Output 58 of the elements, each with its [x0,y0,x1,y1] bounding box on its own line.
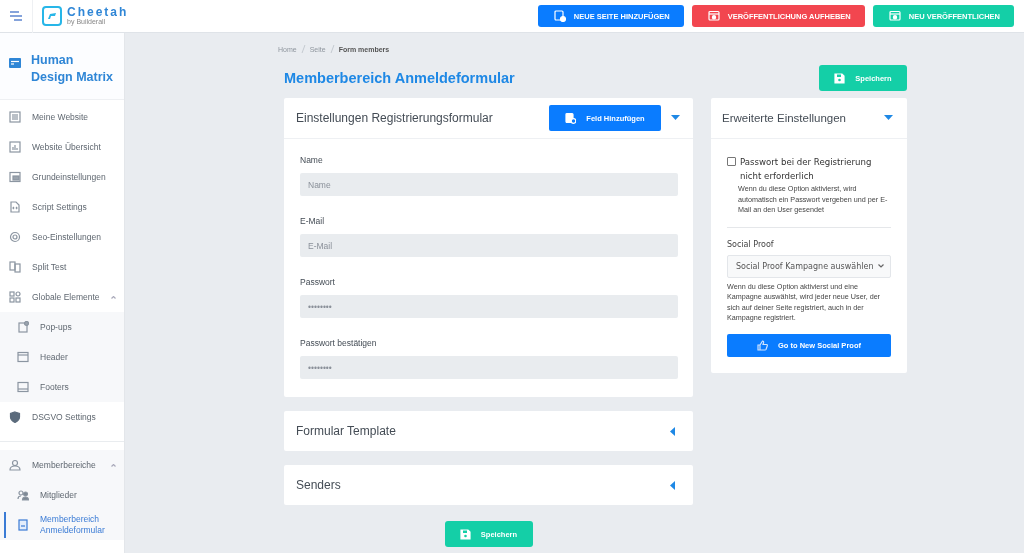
field-label: Social Proof [727,239,775,249]
sidebar-item[interactable]: Memberbereiche [0,450,124,480]
caret-left-icon[interactable] [670,480,676,490]
shield-icon [9,411,21,423]
page-add-icon [553,10,566,22]
user-icon [9,459,21,471]
checkbox-label: Passwort bei der Registrierung nicht erforderlich [740,156,873,183]
chart-icon [9,141,21,153]
field-label: Passwort bestätigen [300,338,378,349]
card-title: Senders [296,478,341,492]
split-pages-icon [9,261,21,273]
input-field[interactable]: Name [300,173,678,196]
popup-icon [17,321,29,333]
sidebar-item[interactable]: Split Test [0,252,124,282]
chevron-down-icon [878,264,884,268]
users-icon [17,489,29,501]
sidebar-item[interactable]: Pop-ups [0,312,124,342]
select-field[interactable]: Social Proof Kampagne auswählen [727,254,891,278]
input-field[interactable]: •••••••• [300,356,678,379]
save-icon [459,528,471,540]
caret-down-icon[interactable] [884,115,893,121]
card-title: Einstellungen Registrierungsformular [296,111,493,125]
code-file-icon [9,201,21,213]
menu-icon [9,11,23,21]
clipboard-add-icon [565,112,577,124]
caret-down-icon[interactable] [671,115,680,121]
card-title: Formular Template [296,424,396,438]
browser-icon [9,171,21,183]
project-title: Human Design Matrix [31,52,114,86]
input-field[interactable]: E-Mail [300,234,678,257]
sidebar-item[interactable]: Meine Website [0,102,124,132]
sidebar-item[interactable]: DSGVO Settings [0,402,124,432]
project-icon [9,58,21,68]
checkbox[interactable] [727,157,736,166]
save-icon [834,72,846,84]
card-title: Erweiterte Einstellungen [722,112,846,124]
document-icon [17,519,29,531]
caret-left-icon[interactable] [670,426,676,436]
footer-layout-icon [17,381,29,393]
field-label: E-Mail [300,216,326,227]
sidebar-item[interactable]: Footers [0,372,124,402]
sidebar-item[interactable]: Script Settings [0,192,124,222]
sidebar-item[interactable]: Grundeinstellungen [0,162,124,192]
field-label: Passwort [300,277,336,288]
logo-name: Cheetah [67,6,129,18]
header-layout-icon [17,351,29,363]
thumbs-up-icon [757,339,770,351]
grid-icon [9,291,21,303]
sidebar-item[interactable]: Globale Elemente [0,282,124,312]
field-label: Name [300,155,324,166]
logo-icon [42,6,62,26]
monitor-icon [707,10,720,22]
page-title: Memberbereich Anmeldeformular [284,70,515,86]
monitor-icon [888,10,901,22]
sidebar-item[interactable]: Header [0,342,124,372]
sidebar-item[interactable]: Seo-Einstellungen [0,222,124,252]
input-field[interactable]: •••••••• [300,295,678,318]
sidebar-item[interactable]: Website Übersicht [0,132,124,162]
